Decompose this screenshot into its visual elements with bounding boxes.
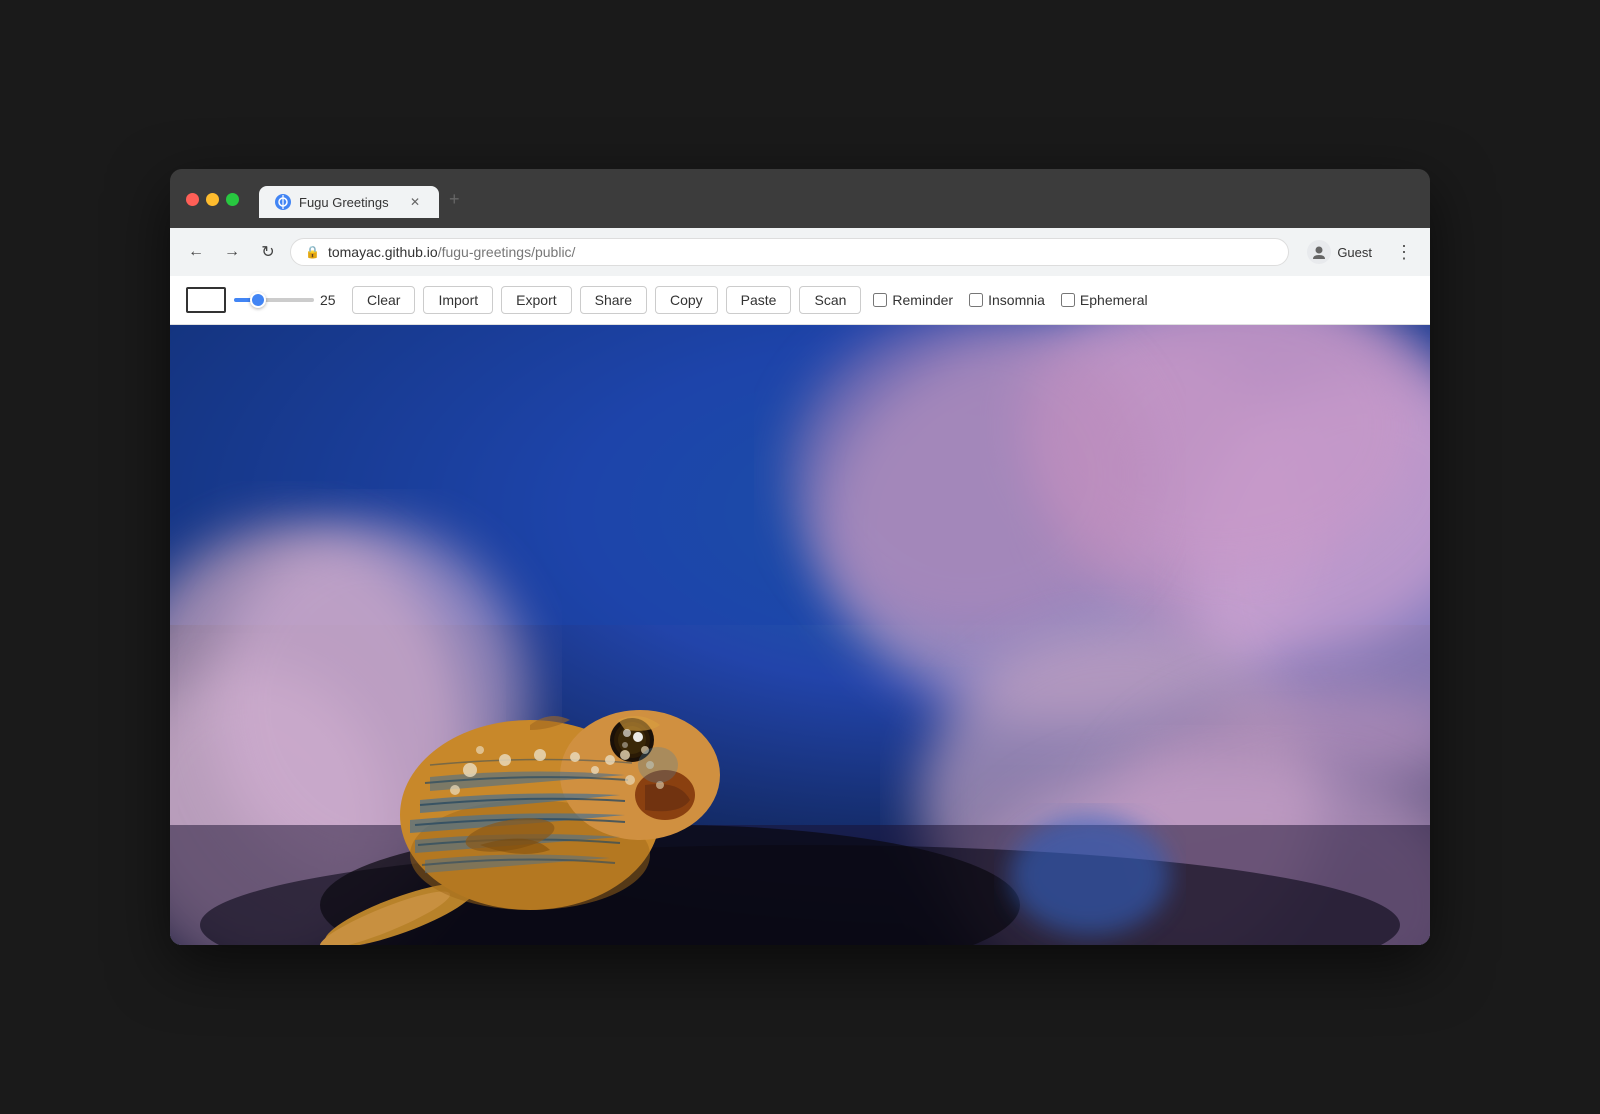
brush-size-slider[interactable] (234, 298, 314, 302)
new-tab-button[interactable]: + (439, 181, 470, 218)
tab-bar: Fugu Greetings ✕ + (259, 181, 470, 218)
checkbox-group: Reminder Insomnia Ephemeral (873, 292, 1147, 308)
import-button[interactable]: Import (423, 286, 493, 314)
reload-button[interactable]: ↻ (254, 238, 282, 266)
reminder-checkbox-label[interactable]: Reminder (873, 292, 953, 308)
export-button[interactable]: Export (501, 286, 571, 314)
maximize-window-button[interactable] (226, 193, 239, 206)
insomnia-label: Insomnia (988, 292, 1045, 308)
app-content: 25 Clear Import Export Share Copy Paste … (170, 276, 1430, 945)
profile-button[interactable]: Guest (1297, 236, 1382, 268)
url-path: /fugu-greetings/public/ (438, 244, 576, 260)
tab-title: Fugu Greetings (299, 195, 399, 210)
address-bar[interactable]: 🔒 tomayac.github.io/fugu-greetings/publi… (290, 238, 1289, 266)
app-toolbar: 25 Clear Import Export Share Copy Paste … (170, 276, 1430, 325)
insomnia-checkbox-label[interactable]: Insomnia (969, 292, 1045, 308)
slider-value-display: 25 (320, 292, 344, 308)
profile-label: Guest (1337, 245, 1372, 260)
forward-button[interactable]: → (218, 238, 246, 266)
clear-button[interactable]: Clear (352, 286, 415, 314)
ephemeral-label: Ephemeral (1080, 292, 1148, 308)
minimize-window-button[interactable] (206, 193, 219, 206)
share-button[interactable]: Share (580, 286, 647, 314)
title-bar: Fugu Greetings ✕ + (170, 169, 1430, 228)
back-button[interactable]: ← (182, 238, 210, 266)
fish-scene (170, 325, 1430, 945)
url-text: tomayac.github.io/fugu-greetings/public/ (328, 244, 1274, 260)
ephemeral-checkbox[interactable] (1061, 293, 1075, 307)
browser-menu-button[interactable]: ⋮ (1390, 238, 1418, 266)
url-domain: tomayac.github.io (328, 244, 438, 260)
active-tab[interactable]: Fugu Greetings ✕ (259, 186, 439, 218)
scan-button[interactable]: Scan (799, 286, 861, 314)
browser-window: Fugu Greetings ✕ + ← → ↻ 🔒 tomayac.githu… (170, 169, 1430, 945)
ephemeral-checkbox-label[interactable]: Ephemeral (1061, 292, 1148, 308)
navigation-bar: ← → ↻ 🔒 tomayac.github.io/fugu-greetings… (170, 228, 1430, 276)
paste-button[interactable]: Paste (726, 286, 792, 314)
lock-icon: 🔒 (305, 245, 320, 259)
insomnia-checkbox[interactable] (969, 293, 983, 307)
tab-favicon (275, 194, 291, 210)
reminder-label: Reminder (892, 292, 953, 308)
close-window-button[interactable] (186, 193, 199, 206)
tab-close-icon[interactable]: ✕ (407, 194, 423, 210)
traffic-lights (186, 193, 239, 206)
color-swatch[interactable] (186, 287, 226, 313)
brush-size-slider-container: 25 (234, 292, 344, 308)
drawing-canvas[interactable] (170, 325, 1430, 945)
copy-button[interactable]: Copy (655, 286, 718, 314)
profile-icon (1307, 240, 1331, 264)
reminder-checkbox[interactable] (873, 293, 887, 307)
